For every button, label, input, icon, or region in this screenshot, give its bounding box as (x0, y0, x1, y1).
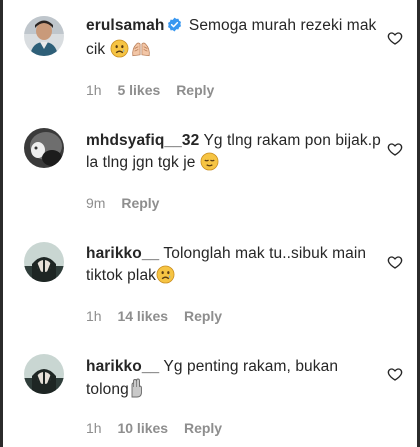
window-border-left (0, 0, 3, 447)
comment-meta: 1h 10 likes Reply (86, 420, 234, 436)
heart-icon[interactable] (387, 141, 403, 157)
profile-photo-anime-icon (24, 354, 64, 394)
avatar[interactable] (24, 128, 64, 168)
comment-body: erulsamah Semoga murah rezeki mak cik (86, 15, 382, 65)
comment-timestamp[interactable]: 9m (86, 195, 105, 211)
comment-body: mhdsyafiq__32 Yg tlng rakam pon bijak.p … (86, 130, 382, 178)
comment-timestamp[interactable]: 1h (86, 420, 102, 436)
hand-gesture-emoji-icon (129, 378, 143, 405)
comment-username[interactable]: harikko__ (86, 358, 159, 375)
reply-button[interactable]: Reply (184, 420, 222, 436)
comment-likes-count[interactable]: 10 likes (117, 420, 168, 436)
comment-meta: 1h 5 likes Reply (86, 82, 226, 98)
comment-username[interactable]: mhdsyafiq__32 (86, 132, 199, 149)
comment-body: harikko__ Tolonglah mak tu..sibuk main t… (86, 243, 382, 291)
reply-button[interactable]: Reply (121, 195, 159, 211)
folded-hands-emoji-icon (131, 39, 151, 65)
heart-icon[interactable] (387, 366, 403, 382)
comment-body: harikko__ Yg penting rakam, bukan tolong (86, 356, 382, 405)
comment-username[interactable]: harikko__ (86, 245, 159, 262)
relieved-face-emoji-icon (200, 152, 219, 178)
comment-likes-count[interactable]: 5 likes (117, 82, 160, 98)
reply-button[interactable]: Reply (184, 308, 222, 324)
heart-icon[interactable] (387, 30, 403, 46)
comment-meta: 9m Reply (86, 195, 171, 211)
avatar[interactable] (24, 16, 64, 56)
comment-timestamp[interactable]: 1h (86, 82, 102, 98)
comment-likes-count[interactable]: 14 likes (117, 308, 168, 324)
heart-icon[interactable] (387, 254, 403, 270)
comment-meta: 1h 14 likes Reply (86, 308, 234, 324)
profile-photo-dark-icon (24, 128, 64, 168)
profile-photo-anime-icon (24, 242, 64, 282)
avatar[interactable] (24, 354, 64, 394)
avatar[interactable] (24, 242, 64, 282)
comment-timestamp[interactable]: 1h (86, 308, 102, 324)
comment-username[interactable]: erulsamah (86, 17, 164, 34)
sad-face-emoji-icon (110, 39, 129, 65)
verified-badge-icon (167, 17, 182, 39)
sad-face-emoji-icon (156, 265, 175, 291)
reply-button[interactable]: Reply (176, 82, 214, 98)
profile-photo-man-icon (24, 16, 64, 56)
